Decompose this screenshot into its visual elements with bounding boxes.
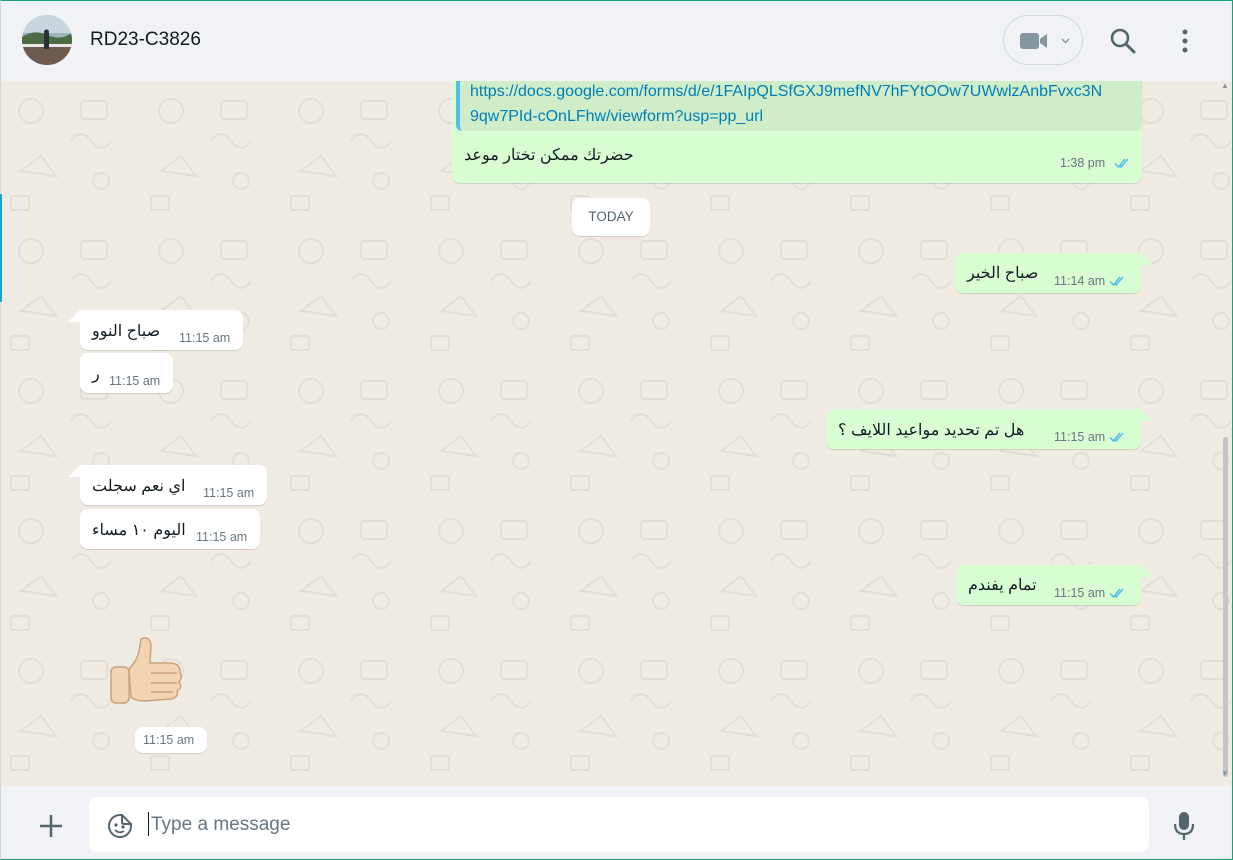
text-caret: [148, 812, 149, 836]
avatar[interactable]: [22, 15, 72, 65]
menu-icon: [1182, 29, 1188, 53]
sticker-icon: [108, 814, 132, 838]
message-time: 11:15 am: [203, 486, 255, 500]
message-input[interactable]: [151, 809, 1051, 841]
message-bubble-incoming[interactable]: صباح النوو 11:15 am: [80, 310, 243, 350]
read-ticks-icon: [1109, 276, 1124, 287]
sticker-message[interactable]: [105, 633, 191, 717]
message-bubble-outgoing[interactable]: https://docs.google.com/forms/d/e/1FAIpQ…: [452, 81, 1142, 183]
message-time: 11:15 am: [109, 374, 161, 388]
message-time: 11:15 am: [1054, 586, 1106, 600]
message-text: صباح النوو: [92, 323, 161, 340]
search-icon: [1110, 28, 1136, 54]
menu-button[interactable]: [1169, 25, 1201, 57]
chat-title[interactable]: RD23-C3826: [90, 29, 201, 51]
bubble-tail: [1141, 565, 1153, 577]
message-text: صباح الخير: [967, 265, 1039, 282]
message-text: اليوم ١٠ مساء: [92, 522, 186, 539]
message-bubble-outgoing[interactable]: تمام يفندم 11:15 am: [956, 565, 1141, 605]
message-link-continued[interactable]: 9qw7PId-cOnLFhw/viewform?usp=pp_url: [470, 104, 763, 129]
message-bubble-incoming[interactable]: اي نعم سجلت 11:15 am: [80, 465, 267, 505]
message-text: ر: [92, 366, 100, 383]
thumbs-up-sticker-icon: [110, 637, 183, 704]
bubble-tail: [1141, 253, 1153, 265]
message-text: تمام يفندم: [968, 577, 1037, 594]
voice-message-button[interactable]: [1173, 810, 1195, 842]
chevron-down-icon: [1061, 38, 1070, 44]
message-text: حضرتك ممكن تختار موعد: [464, 147, 634, 164]
sticker-button[interactable]: [107, 813, 133, 839]
attach-button[interactable]: [37, 812, 65, 840]
search-button[interactable]: [1107, 25, 1139, 57]
bubble-tail: [68, 465, 80, 477]
read-ticks-icon: [1114, 158, 1129, 169]
microphone-icon: [1173, 812, 1195, 840]
message-link[interactable]: https://docs.google.com/forms/d/e/1FAIpQ…: [470, 81, 1102, 104]
message-text: اي نعم سجلت: [92, 478, 186, 495]
bubble-tail: [68, 310, 80, 322]
read-ticks-icon: [1109, 432, 1124, 443]
panel-divider-highlight: [0, 194, 2, 302]
scroll-up-arrow[interactable]: ▲: [1221, 81, 1229, 90]
video-call-button[interactable]: [1003, 15, 1083, 65]
video-call-icon: [1020, 33, 1047, 49]
message-time: 11:15 am: [179, 331, 231, 345]
chat-header: RD23-C3826: [1, 1, 1231, 81]
bubble-tail: [1141, 409, 1153, 421]
message-time: 11:15 am: [143, 733, 195, 747]
scroll-down-arrow[interactable]: ▼: [1221, 769, 1229, 778]
message-bubble-outgoing[interactable]: هل تم تحديد مواعيد اللايف ؟ 11:15 am: [826, 409, 1141, 449]
message-text: هل تم تحديد مواعيد اللايف ؟: [838, 422, 1025, 439]
sticker-time-chip: 11:15 am: [135, 727, 207, 753]
date-divider: TODAY: [572, 198, 650, 236]
message-bubble-incoming[interactable]: ر 11:15 am: [80, 353, 173, 393]
composer-bar: [1, 786, 1231, 858]
message-time: 11:14 am: [1054, 274, 1106, 288]
message-time: 1:38 pm: [1060, 156, 1106, 170]
scrollbar-thumb[interactable]: [1223, 437, 1228, 777]
message-bubble-incoming[interactable]: اليوم ١٠ مساء 11:15 am: [80, 509, 260, 549]
message-bubble-outgoing[interactable]: صباح الخير 11:14 am: [955, 253, 1141, 293]
chat-panel[interactable]: https://docs.google.com/forms/d/e/1FAIpQ…: [1, 81, 1231, 786]
read-ticks-icon: [1109, 588, 1124, 599]
message-time: 11:15 am: [196, 530, 248, 544]
message-time: 11:15 am: [1054, 430, 1106, 444]
message-input-container[interactable]: [89, 797, 1149, 852]
plus-icon: [40, 815, 62, 837]
link-preview[interactable]: https://docs.google.com/forms/d/e/1FAIpQ…: [456, 81, 1142, 131]
